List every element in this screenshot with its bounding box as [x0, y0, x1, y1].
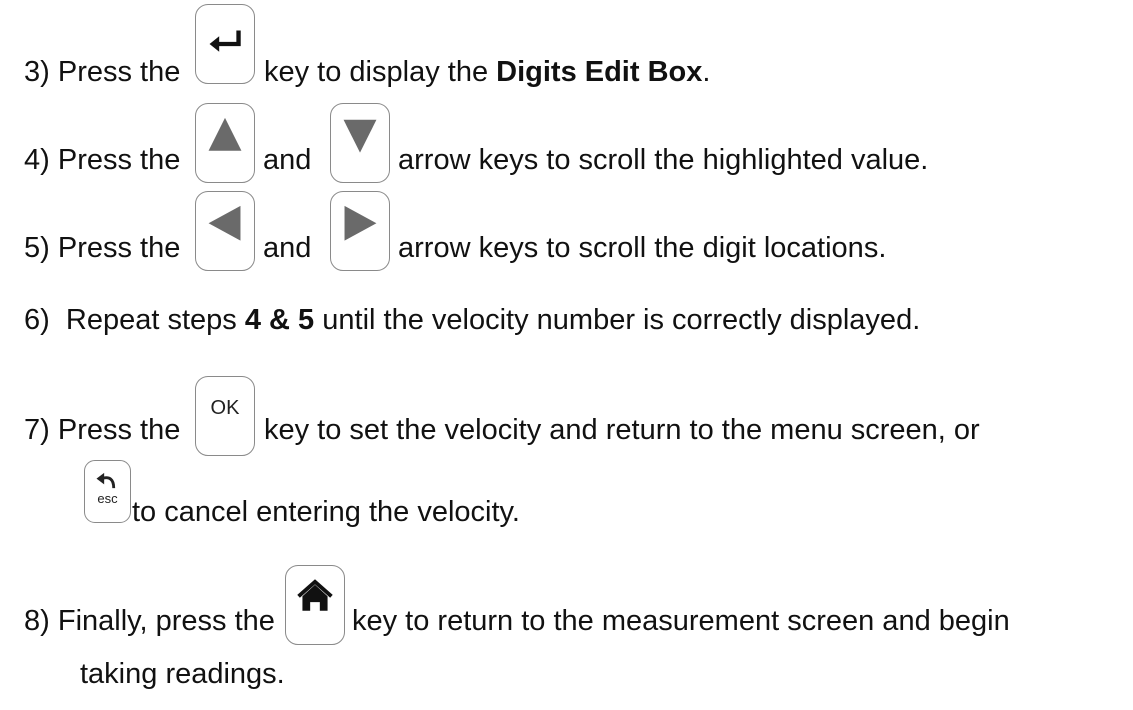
step-text: until the velocity number is correctly d… [322, 304, 921, 336]
enter-key[interactable] [195, 4, 255, 84]
step-text: Press the [57, 232, 181, 264]
step-text: Repeat steps [65, 304, 237, 336]
step-text: key to display the [264, 56, 489, 88]
down-arrow-icon [343, 119, 377, 153]
step-number: 5) [24, 232, 50, 264]
step-text: Press the [57, 144, 181, 176]
step-4-and: and [263, 143, 311, 177]
step-number: 4) [24, 144, 50, 176]
bold-term: 4 & 5 [244, 304, 315, 336]
step-7: 7) Press the [24, 413, 180, 447]
right-arrow-key[interactable] [330, 191, 390, 271]
step-8-rest: key to return to the measurement screen … [352, 604, 1010, 638]
step-text: arrow keys to scroll the digit locations… [398, 232, 887, 264]
ok-key[interactable]: OK [195, 376, 255, 456]
esc-label: esc [97, 491, 118, 506]
step-text: key to return to the measurement screen … [352, 605, 1010, 637]
left-arrow-icon [208, 205, 241, 241]
esc-key[interactable]: esc [84, 460, 131, 523]
home-key[interactable] [285, 565, 345, 645]
step-3-rest: key to display the Digits Edit Box. [264, 55, 710, 89]
step-8: 8) Finally, press the [24, 604, 275, 638]
step-3: 3) Press the [24, 55, 180, 89]
step-text: key to set the velocity and return to th… [264, 414, 980, 446]
up-arrow-icon [208, 117, 242, 151]
step-5-rest: arrow keys to scroll the digit locations… [398, 231, 886, 265]
step-number: 3) [24, 56, 50, 88]
down-arrow-key[interactable] [330, 103, 390, 183]
step-text: Press the [57, 56, 181, 88]
step-text: Press the [57, 414, 181, 446]
step-5: 5) Press the [24, 231, 180, 265]
left-arrow-key[interactable] [195, 191, 255, 271]
step-text: and [263, 144, 312, 176]
step-7-cont: to cancel entering the velocity. [132, 495, 520, 529]
bold-term: Digits Edit Box [496, 56, 703, 88]
step-number: 6) [24, 304, 50, 336]
step-number: 7) [24, 414, 50, 446]
step-8-cont: taking readings. [80, 657, 285, 691]
step-text: Finally, press the [57, 605, 275, 637]
ok-label: OK [210, 397, 240, 419]
step-text: taking readings. [80, 658, 285, 690]
step-4: 4) Press the [24, 143, 180, 177]
up-arrow-key[interactable] [195, 103, 255, 183]
step-text: to cancel entering the velocity. [132, 496, 520, 528]
enter-icon [209, 30, 241, 52]
step-number: 8) [24, 605, 50, 637]
step-text: and [263, 232, 312, 264]
step-4-rest: arrow keys to scroll the highlighted val… [398, 143, 928, 177]
step-text: . [702, 56, 711, 88]
step-5-and: and [263, 231, 311, 265]
right-arrow-icon [344, 205, 377, 241]
home-icon [297, 579, 333, 611]
step-text: arrow keys to scroll the highlighted val… [398, 144, 929, 176]
step-6: 6) Repeat steps 4 & 5 until the velocity… [24, 303, 920, 337]
step-7-rest: key to set the velocity and return to th… [264, 413, 980, 447]
